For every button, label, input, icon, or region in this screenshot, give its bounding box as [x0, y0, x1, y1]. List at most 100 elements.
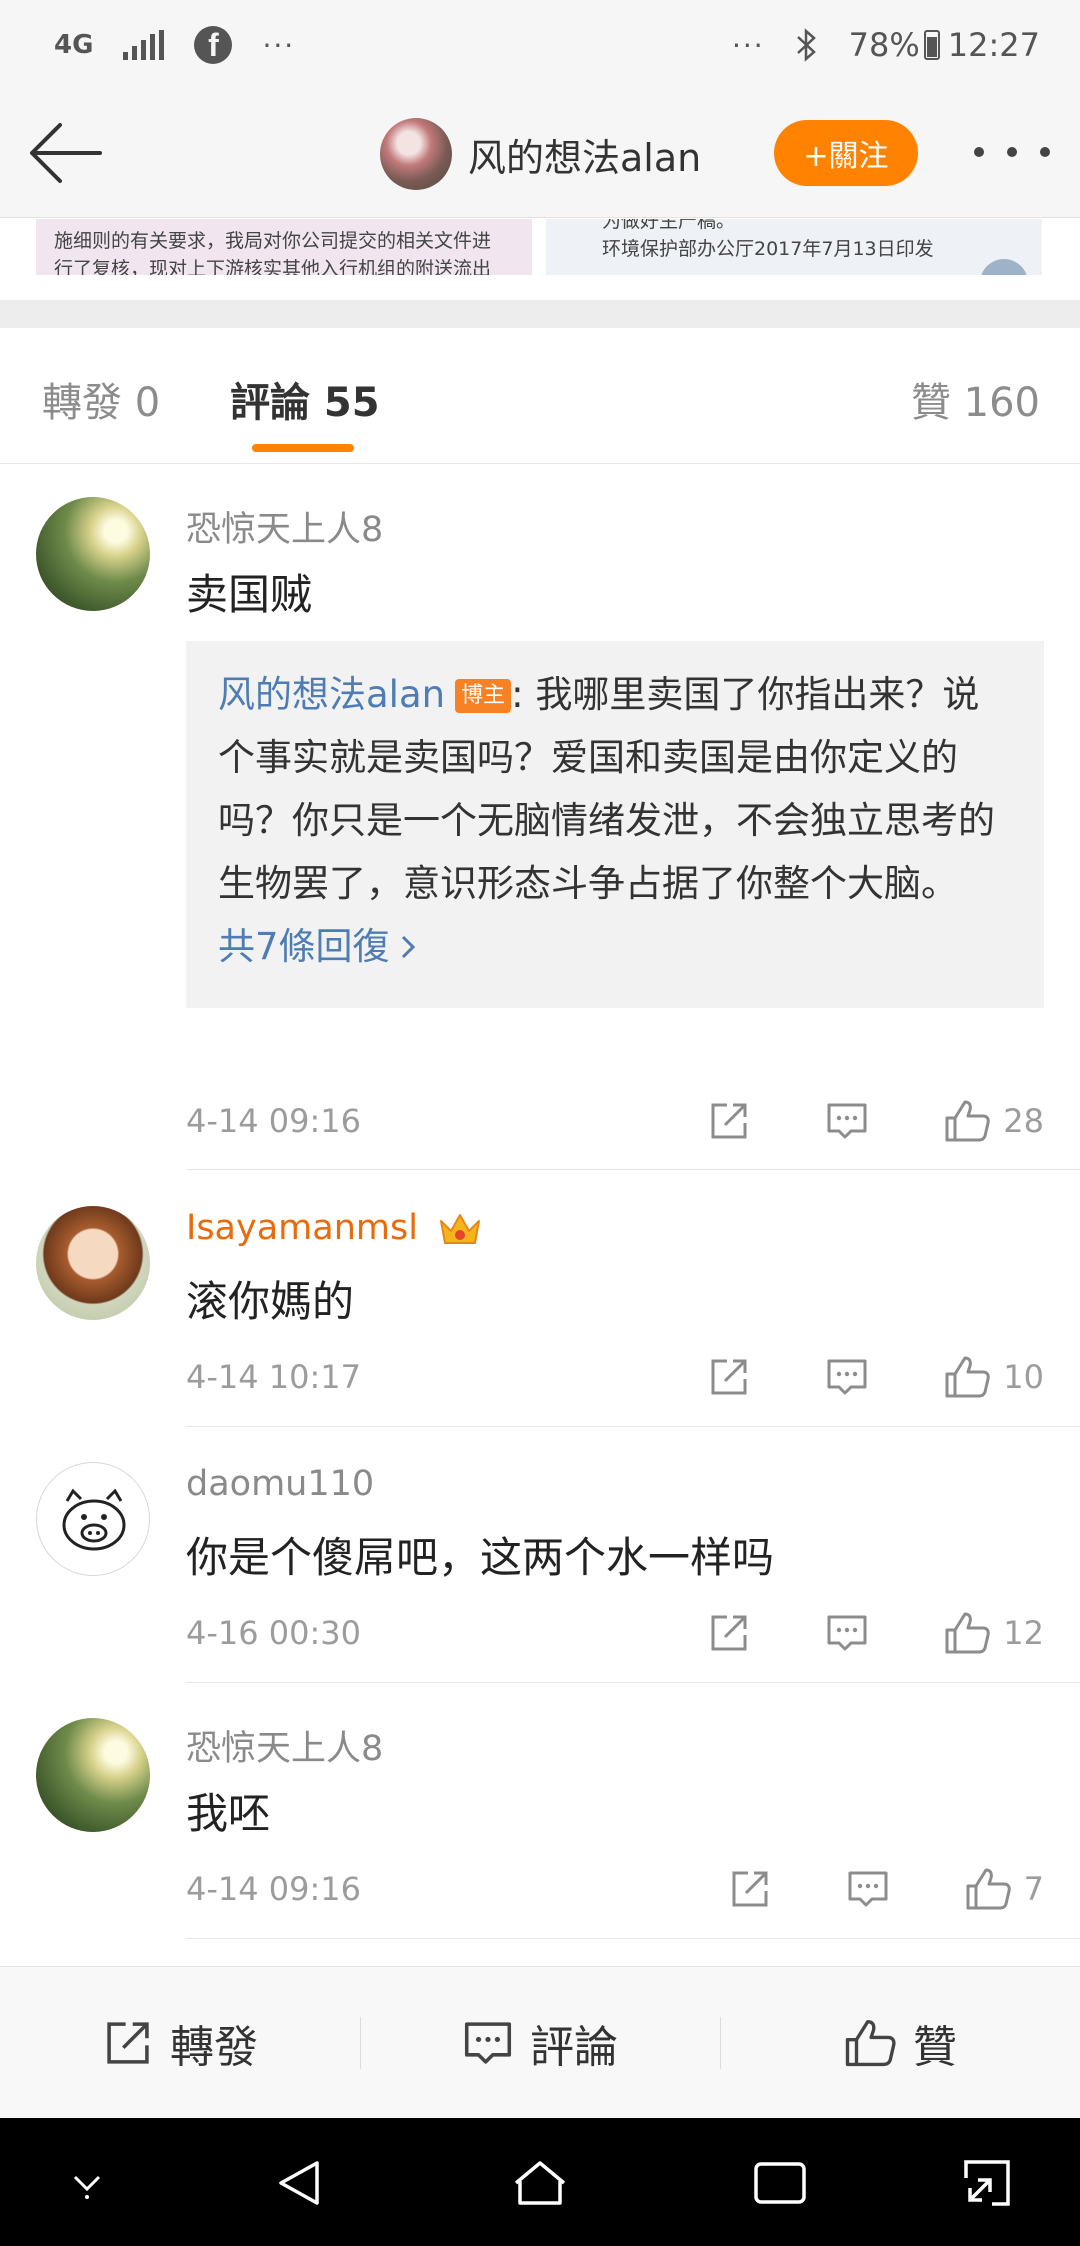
repost-label: 轉發 [170, 2021, 258, 2073]
more-notifications-icon: ··· [262, 28, 296, 62]
commenter-avatar[interactable] [36, 497, 150, 611]
image-text-line: 为做好生产稿。 [602, 219, 736, 232]
network-type: 4G [54, 30, 94, 60]
author-name[interactable]: 风的想法alan [468, 127, 701, 182]
thumbs-up-icon [845, 2019, 896, 2066]
commenter-name[interactable]: Isayamanmsl [186, 1208, 483, 1249]
like-button[interactable]: 贊 [720, 1967, 1080, 2118]
reply-author[interactable]: 风的想法alan [218, 673, 445, 716]
comment-divider [186, 1169, 1080, 1170]
battery-icon [923, 30, 944, 60]
comment-label: 評論 [530, 2021, 618, 2073]
status-left: 4G f ··· [54, 26, 295, 64]
comment-divider [186, 1682, 1080, 1683]
repost-comment-button[interactable] [707, 1099, 751, 1143]
commenter-name-text[interactable]: Isayamanmsl [186, 1208, 418, 1248]
nav-back-button[interactable] [264, 2148, 334, 2218]
comment-icon [827, 1359, 867, 1395]
comment-icon [848, 1871, 888, 1907]
status-bar: 4G f ··· ··· 78% 12:27 [0, 0, 1080, 90]
comment-icon [827, 1615, 867, 1651]
like-count: 28 [1003, 1102, 1044, 1140]
comment-actions: 10 [707, 1354, 1044, 1400]
like-comment-button[interactable]: 12 [943, 1610, 1044, 1656]
comment-text: 你是个傻屌吧，这两个水一样吗 [186, 1533, 775, 1582]
image-text-line: 环境保护部办公厅2017年7月13日印发 [602, 238, 934, 260]
vip-crown-icon [440, 1214, 481, 1244]
top-header: 风的想法alan +關注 [0, 90, 1080, 218]
comment-item: 恐惊天上人8 卖国贼 风的想法alan 博主: 我哪里卖国了你指出来？说个事实就是… [0, 465, 1080, 1171]
author-info[interactable]: 风的想法alan [380, 118, 701, 190]
repost-comment-button[interactable] [707, 1355, 751, 1399]
comment-item: 恐惊天上人8 我呸 4-14 09:16 7 [0, 1684, 1080, 1940]
bottom-action-bar: 轉發 評論 贊 [0, 1966, 1080, 2118]
comment-text: 卖国贼 [186, 570, 313, 619]
tab-like[interactable]: 贊 160 [911, 370, 1040, 428]
follow-button[interactable]: +關注 [774, 120, 918, 186]
comment-meta: 4-14 09:16 7 [186, 1864, 1044, 1914]
post-image-left[interactable]: 施细则的有关要求，我局对你公司提交的相关文件进 行了复核，现对上下游核实其他入行… [36, 219, 532, 275]
comment-meta: 4-14 09:16 28 [186, 1096, 1044, 1146]
reply-comment-button[interactable] [825, 1611, 869, 1655]
comment-actions: 7 [728, 1866, 1044, 1912]
chevron-down-icon [73, 2175, 101, 2199]
like-comment-button[interactable]: 10 [943, 1354, 1044, 1400]
commenter-name[interactable]: daomu110 [186, 1464, 374, 1504]
more-options-button[interactable] [974, 130, 1050, 174]
system-nav-bar [0, 2118, 1080, 2246]
comment-time: 4-16 00:30 [186, 1614, 362, 1652]
hide-keyboard-button[interactable] [52, 2148, 122, 2218]
bluetooth-icon [796, 28, 816, 62]
comment-actions: 28 [707, 1098, 1044, 1144]
repost-comment-button[interactable] [728, 1867, 772, 1911]
comment-icon [464, 2021, 512, 2064]
reply-comment-button[interactable] [825, 1099, 869, 1143]
reply-comment-button[interactable] [846, 1867, 890, 1911]
home-icon [514, 2161, 566, 2205]
repost-button[interactable]: 轉發 [0, 1967, 360, 2118]
thumbs-up-icon [966, 1868, 1011, 1910]
nav-expand-button[interactable] [952, 2148, 1022, 2218]
commenter-avatar[interactable] [36, 1462, 150, 1576]
tab-repost[interactable]: 轉發 0 [42, 370, 160, 428]
commenter-avatar[interactable] [36, 1206, 150, 1320]
thumbs-up-icon [945, 1100, 991, 1142]
comment-meta: 4-14 10:17 10 [186, 1352, 1044, 1402]
clock: 12:27 [947, 26, 1040, 64]
comment-time: 4-14 09:16 [186, 1102, 362, 1140]
image-text-line: 施细则的有关要求，我局对你公司提交的相关文件进 [54, 230, 492, 252]
share-icon [711, 1615, 747, 1651]
facebook-icon: f [194, 26, 233, 64]
active-tab-indicator [252, 444, 354, 452]
comment-button[interactable]: 評論 [360, 1967, 720, 2118]
nav-home-button[interactable] [505, 2148, 575, 2218]
commenter-avatar[interactable] [36, 1718, 150, 1832]
nav-recents-button[interactable] [745, 2148, 815, 2218]
comment-divider [186, 1938, 1080, 1939]
reply-comment-button[interactable] [825, 1355, 869, 1399]
repost-comment-button[interactable] [707, 1611, 751, 1655]
post-image-right[interactable]: 为做好生产稿。 环境保护部办公厅2017年7月13日印发 [546, 219, 1042, 275]
share-icon [711, 1103, 747, 1139]
like-comment-button[interactable]: 28 [943, 1098, 1044, 1144]
view-replies-link[interactable]: 共7條回復 [218, 915, 1012, 978]
comment-actions: 12 [707, 1610, 1044, 1656]
commenter-name[interactable]: 恐惊天上人8 [186, 1720, 383, 1771]
reply-preview[interactable]: 风的想法alan 博主: 我哪里卖国了你指出来？说个事实就是卖国吗？爱国和卖国是由… [186, 641, 1044, 1008]
like-comment-button[interactable]: 7 [964, 1866, 1044, 1912]
battery-group: 78% 12:27 [849, 26, 1040, 64]
commenter-name[interactable]: 恐惊天上人8 [186, 501, 383, 552]
back-arrow-icon [30, 123, 102, 183]
share-icon [711, 1359, 747, 1395]
comment-time: 4-14 09:16 [186, 1870, 362, 1908]
battery-percent: 78% [848, 26, 920, 64]
comment-icon [827, 1103, 867, 1139]
recents-icon [754, 2162, 806, 2204]
author-avatar[interactable] [380, 118, 452, 190]
back-button[interactable] [26, 120, 106, 186]
interaction-tabs: 轉發 0 評論 55 贊 160 [0, 328, 1080, 464]
comment-divider [186, 1426, 1080, 1427]
tab-comment[interactable]: 評論 55 [230, 370, 380, 428]
back-triangle-icon [279, 2161, 319, 2205]
blogger-badge: 博主 [455, 679, 512, 713]
